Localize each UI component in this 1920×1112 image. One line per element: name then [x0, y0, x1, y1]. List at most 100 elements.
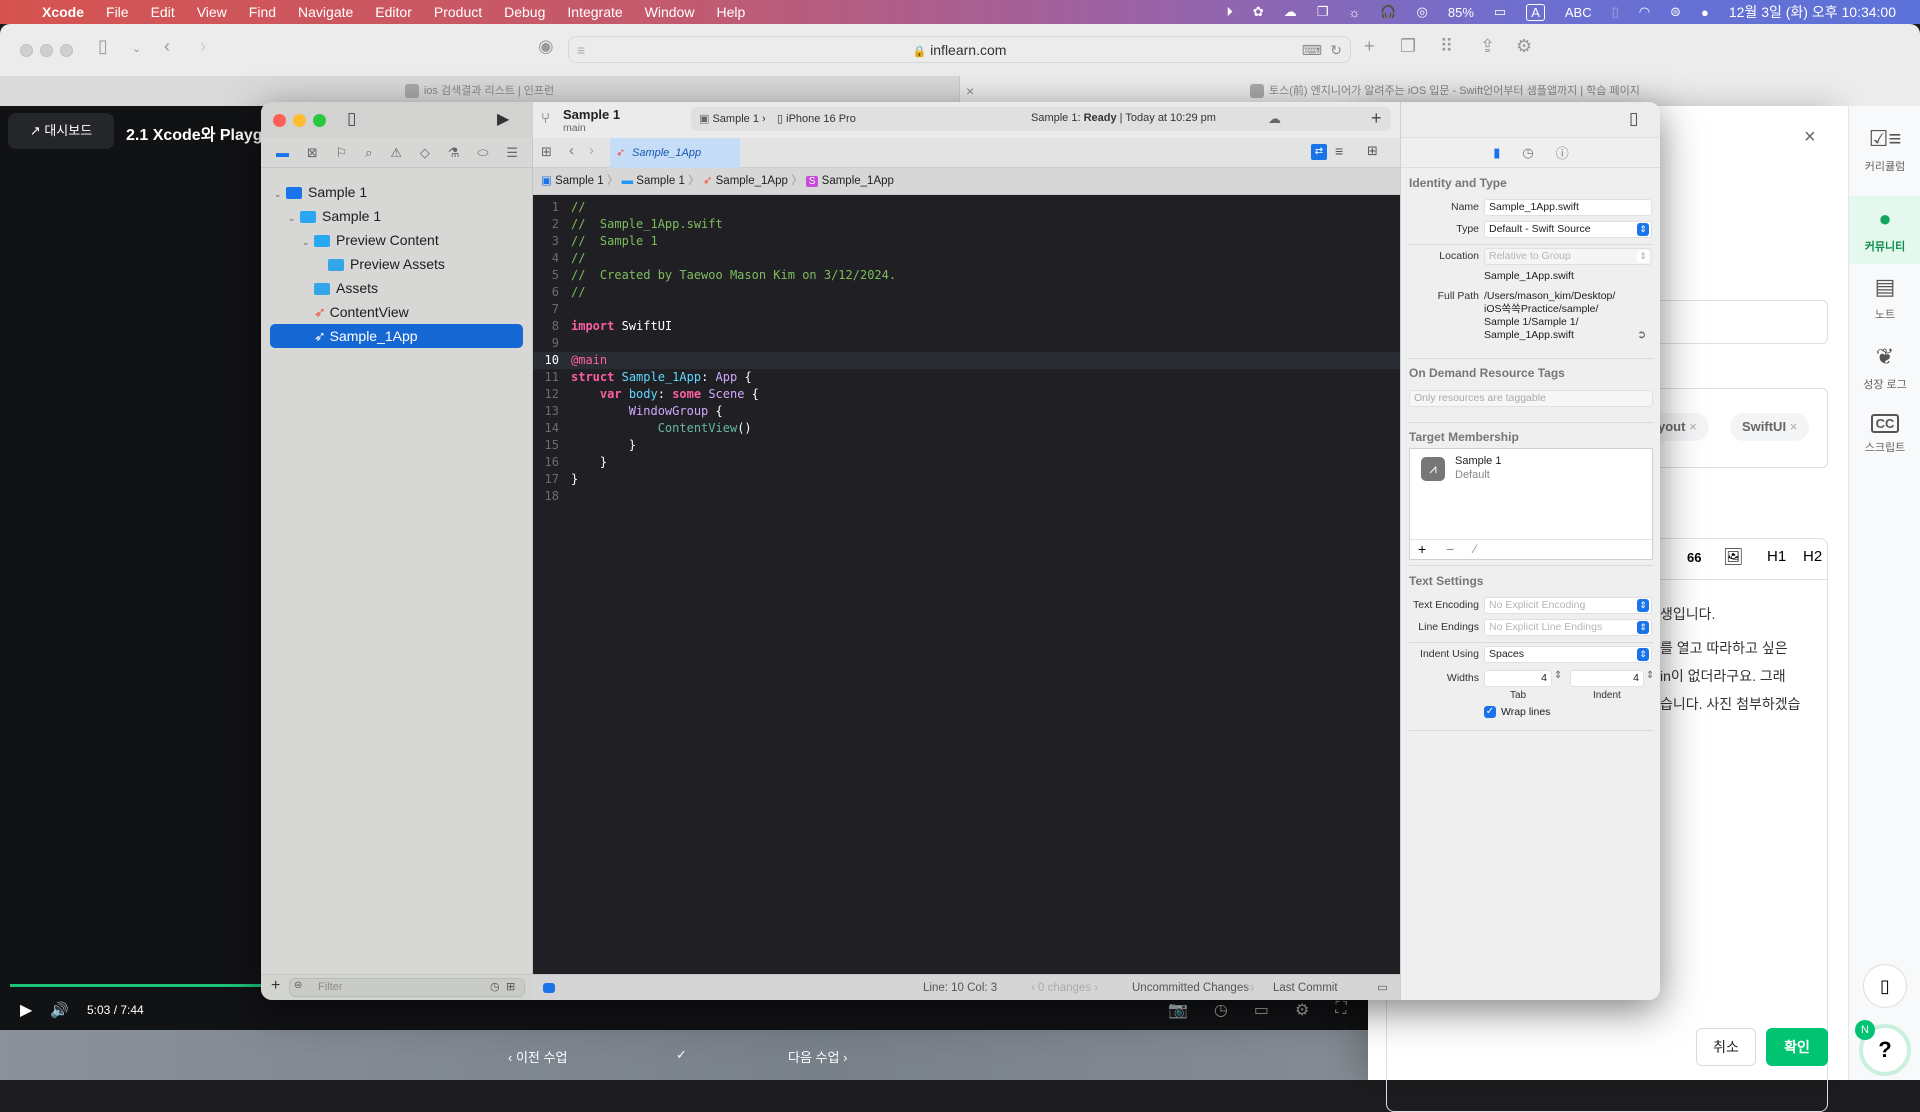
help-icon[interactable]: ⓘ — [1556, 143, 1569, 162]
play-circle-icon[interactable]: ⏵ — [1226, 4, 1233, 20]
reveal-in-finder-icon[interactable]: ➲ — [1637, 328, 1646, 341]
editor-options-icon[interactable]: ≡ — [1335, 143, 1343, 159]
code-line[interactable]: 2// Sample_1App.swift — [533, 216, 1400, 233]
rail-curriculum[interactable]: ☑≡ 커리큘럼 — [1849, 126, 1920, 186]
code-line[interactable]: 3// Sample 1 — [533, 233, 1400, 250]
menu-integrate[interactable]: Integrate — [567, 4, 622, 20]
subtitles-icon[interactable]: ▭ — [1254, 1000, 1269, 1020]
battery-percent[interactable]: 85% — [1448, 5, 1474, 20]
jump-symbol[interactable]: S Sample_1App — [805, 175, 894, 187]
name-field[interactable]: Sample_1App.swift — [1484, 199, 1652, 216]
privacy-icon[interactable]: ◉ — [538, 36, 554, 57]
swap-icon[interactable]: ⇄ — [1311, 144, 1327, 160]
headphones-icon[interactable]: 🎧 — [1380, 4, 1396, 20]
fullscreen-icon[interactable]: ⛶ — [1335, 1000, 1346, 1020]
code-line[interactable]: 16 } — [533, 454, 1400, 471]
clock[interactable]: 12월 3일 (화) 오후 10:34:00 — [1729, 2, 1896, 22]
cloud-status-icon[interactable]: ☁ — [1268, 111, 1281, 127]
sidebar-toggle-icon[interactable]: ▯ — [347, 109, 356, 129]
bookmark-icon[interactable]: ⚐ — [336, 145, 348, 161]
code-line[interactable]: 12 var body: some Scene { — [533, 386, 1400, 403]
filter-input[interactable]: ⊜ Filter ◷ ⊞ — [289, 978, 525, 997]
sidebar-toggle-icon[interactable]: ▯ — [98, 36, 108, 57]
add-editor-icon[interactable]: ⊞ — [1367, 143, 1378, 159]
tree-item[interactable]: ➶ Sample_1App — [270, 324, 523, 348]
code-line[interactable]: 15 } — [533, 437, 1400, 454]
share-icon[interactable]: ⇪ — [1480, 36, 1495, 57]
history-icon[interactable]: ◷ — [1522, 145, 1533, 161]
last-commit[interactable]: Last Commit — [1273, 975, 1338, 1000]
chevron-down-icon[interactable]: ⌄ — [132, 42, 141, 55]
warning-icon[interactable]: ⚠ — [390, 145, 402, 161]
confirm-button[interactable]: 확인 — [1766, 1028, 1828, 1066]
remove-tag-icon[interactable]: × — [1790, 419, 1798, 434]
minimize-window-button[interactable] — [40, 44, 53, 57]
debug-icon[interactable]: ⚗ — [448, 145, 460, 161]
code-line[interactable]: 4// — [533, 250, 1400, 267]
stage-icon[interactable]: ▯ — [1612, 4, 1619, 20]
reload-icon[interactable]: ↻ — [1330, 37, 1342, 63]
h2-button[interactable]: H2 — [1803, 548, 1822, 565]
reader-icon[interactable]: ≡ — [577, 37, 585, 63]
location-select[interactable]: Relative to Group — [1484, 248, 1652, 265]
input-source[interactable]: ABC — [1565, 5, 1592, 20]
volume-icon[interactable]: 🔊 — [50, 1001, 69, 1019]
disclosure-chevron-icon[interactable]: ⌄ — [274, 182, 286, 206]
target-name[interactable]: Sample 1 — [1455, 455, 1501, 467]
back-icon[interactable]: ‹ — [164, 36, 170, 57]
rail-script[interactable]: CC 스크립트 — [1849, 414, 1920, 474]
tree-item[interactable]: ➶ ContentView — [270, 300, 523, 324]
code-line[interactable]: 17} — [533, 471, 1400, 488]
settings-gear-icon[interactable]: ⚙ — [1516, 36, 1532, 57]
control-center-icon[interactable]: ⊜ — [1670, 4, 1681, 20]
run-button[interactable]: ▶ — [497, 109, 509, 129]
battery-icon[interactable]: ▭ — [1494, 4, 1506, 20]
chatgpt-icon[interactable]: ✿ — [1253, 4, 1264, 20]
file-icon[interactable]: ▮ — [1493, 145, 1500, 161]
menu-window[interactable]: Window — [645, 4, 695, 20]
play-icon[interactable]: ▶ — [20, 1000, 32, 1020]
menu-view[interactable]: View — [197, 4, 227, 20]
video-progress-bar[interactable] — [10, 984, 262, 987]
menu-find[interactable]: Find — [249, 4, 276, 20]
image-icon[interactable]: 🖼 — [1723, 547, 1743, 567]
report-icon[interactable]: ☰ — [506, 145, 518, 161]
disclosure-chevron-icon[interactable]: ⌄ — [302, 230, 314, 254]
menu-xcode[interactable]: Xcode — [42, 4, 84, 20]
line-endings-select[interactable]: No Explicit Line Endings — [1484, 619, 1652, 636]
tree-item[interactable]: Assets — [270, 276, 523, 300]
tree-item[interactable]: ⌄ Sample 1 — [270, 204, 523, 228]
close-window-button[interactable] — [20, 44, 33, 57]
code-line[interactable]: 10 @main — [533, 352, 1400, 369]
menu-product[interactable]: Product — [434, 4, 482, 20]
cancel-button[interactable]: 취소 — [1696, 1028, 1756, 1066]
project-name[interactable]: Sample 1 — [563, 107, 620, 122]
minimize-button[interactable] — [293, 114, 306, 127]
recent-icon[interactable]: ◷ — [490, 980, 500, 993]
search-icon[interactable]: ⌕ — [365, 145, 372, 161]
brightness-icon[interactable]: ☼ — [1348, 5, 1360, 20]
menu-help[interactable]: Help — [716, 4, 745, 20]
odr-tags-field[interactable]: Only resources are taggable — [1409, 390, 1653, 407]
forward-icon[interactable]: › — [200, 36, 206, 57]
code-line[interactable]: 13 WindowGroup { — [533, 403, 1400, 420]
branch-name[interactable]: main — [563, 122, 586, 134]
code-line[interactable]: 1// — [533, 199, 1400, 216]
code-line[interactable]: 5// Created by Taewoo Mason Kim on 3/12/… — [533, 267, 1400, 284]
code-line[interactable]: 6// — [533, 284, 1400, 301]
tree-item[interactable]: ⌄ Preview Content — [270, 228, 523, 252]
camera-icon[interactable]: 📷 — [1168, 1000, 1188, 1020]
code-line[interactable]: 18 — [533, 488, 1400, 505]
window-icon[interactable]: ❐ — [1317, 4, 1329, 20]
address-bar[interactable]: ≡ 🔒 inflearn.com ⌨ ↻ — [568, 36, 1351, 63]
tag-chip[interactable]: SwiftUI × — [1730, 413, 1810, 441]
mobile-icon[interactable]: ▯ — [1863, 964, 1907, 1008]
siri-icon[interactable]: ● — [1701, 5, 1709, 20]
speed-icon[interactable]: ◷ — [1214, 1000, 1228, 1020]
indent-width-field[interactable]: 4 — [1570, 670, 1644, 687]
tree-item[interactable]: Preview Assets — [270, 252, 523, 276]
new-tab-icon[interactable]: + — [1364, 36, 1375, 57]
remove-target-icon[interactable]: − — [1446, 541, 1454, 557]
rail-growth-log[interactable]: ❦ 성장 로그 — [1849, 344, 1920, 404]
scheme-selector[interactable]: ▣ Sample 1 › — [699, 112, 766, 125]
